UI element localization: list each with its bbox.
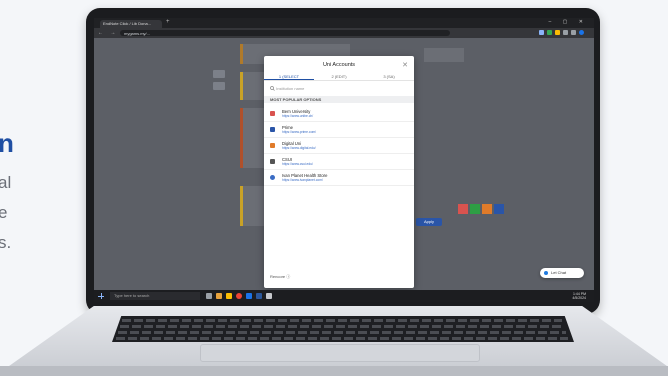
windows-start-icon[interactable] <box>98 293 104 299</box>
chat-widget-button[interactable]: Let Chat <box>540 268 584 278</box>
institution-name: Prime <box>282 125 293 130</box>
taskbar-search-input[interactable]: Type here to search <box>110 292 200 300</box>
laptop-touchpad <box>200 344 480 362</box>
institution-icon <box>270 111 275 116</box>
section-label: MOST POPULAR OPTIONS <box>264 96 414 103</box>
institution-url[interactable]: https://www.csui.edu/ <box>282 162 414 166</box>
folder-icon[interactable] <box>226 293 232 299</box>
list-item[interactable]: CSUI https://www.csui.edu/ <box>264 154 414 170</box>
laptop-front-edge <box>0 366 668 376</box>
profile-avatar[interactable] <box>579 30 584 35</box>
marketing-body-line-1: al <box>0 173 12 192</box>
uni-accounts-modal: Uni Accounts ✕ 1 (SELECT 2 (EDIT) 3 (SA)… <box>264 56 414 288</box>
marketing-heading-fragment: n <box>0 128 14 158</box>
word-icon[interactable] <box>256 293 262 299</box>
institution-icon <box>270 159 275 164</box>
app-icon[interactable] <box>266 293 272 299</box>
institution-icon <box>270 175 275 180</box>
extension-icon[interactable] <box>539 30 544 35</box>
extension-icon[interactable] <box>547 30 552 35</box>
edge-icon[interactable] <box>246 293 252 299</box>
search-icon <box>270 86 275 92</box>
laptop-screen: EndNote Click / Lib Dona... + – ▢ ✕ ← → … <box>94 18 594 302</box>
url-field[interactable]: mygams.my/... <box>120 30 450 36</box>
nav-icon[interactable] <box>213 82 225 90</box>
extension-icon[interactable] <box>563 30 568 35</box>
key-row <box>122 319 562 322</box>
list-item[interactable]: Digital Uni https://www.digital.edu/ <box>264 138 414 154</box>
badge-row <box>458 204 504 214</box>
institution-name: Bern University <box>282 109 311 114</box>
key-row <box>120 325 564 328</box>
extension-icon[interactable] <box>571 30 576 35</box>
address-bar-row: ← → ⟳ mygams.my/... <box>94 28 594 38</box>
side-nav <box>210 66 228 106</box>
taskbar: Type here to search 1:44 PM 4/5/2024 <box>94 290 594 302</box>
badge-icon <box>482 204 492 214</box>
clock-date: 4/5/2024 <box>572 296 586 300</box>
taskbar-apps <box>206 293 272 299</box>
list-item[interactable]: Bern University https://www.unibe.ch/ <box>264 106 414 122</box>
list-item[interactable]: Prime https://www.prime.com/ <box>264 122 414 138</box>
institution-icon <box>270 127 275 132</box>
background-card <box>240 72 264 100</box>
file-explorer-icon[interactable] <box>216 293 222 299</box>
chat-icon <box>544 271 548 275</box>
institution-name: Digital Uni <box>282 141 302 146</box>
search-placeholder: Institution name <box>276 86 305 91</box>
modal-footer: Rencore ⓘ <box>270 274 291 279</box>
key-row <box>116 337 568 340</box>
institution-name: CSUI <box>282 157 293 162</box>
chrome-icon[interactable] <box>236 293 242 299</box>
browser-tab[interactable]: EndNote Click / Lib Dona... <box>100 20 162 28</box>
background-card <box>240 186 264 226</box>
nav-icon[interactable] <box>213 70 225 78</box>
modal-title: Uni Accounts <box>322 62 356 68</box>
list-item[interactable]: Ivan Planet Health Store https://www.iva… <box>264 170 414 186</box>
tab-sa[interactable]: 3 (SA) <box>364 72 414 80</box>
modal-tabs: 1 (SELECT 2 (EDIT) 3 (SA) <box>264 72 414 81</box>
institution-name: Ivan Planet Health Store <box>282 173 328 178</box>
chat-label: Let Chat <box>551 270 567 275</box>
institution-url[interactable]: https://www.prime.com/ <box>282 130 414 134</box>
badge-icon <box>470 204 480 214</box>
institution-icon <box>270 143 275 148</box>
browser-tab-bar: EndNote Click / Lib Dona... + – ▢ ✕ <box>94 18 594 28</box>
extension-icon[interactable] <box>555 30 560 35</box>
new-tab-icon[interactable]: + <box>166 19 170 25</box>
tab-edit[interactable]: 2 (EDIT) <box>314 72 364 80</box>
background-card <box>240 108 264 168</box>
institution-search-input[interactable]: Institution name <box>270 85 408 93</box>
institution-url[interactable]: https://www.ivanplanet.com/ <box>282 178 414 182</box>
institution-url[interactable]: https://www.digital.edu/ <box>282 146 414 150</box>
background-card <box>424 48 464 62</box>
extension-icons <box>539 30 584 35</box>
window-controls[interactable]: – ▢ ✕ <box>549 19 588 25</box>
close-icon[interactable]: ✕ <box>402 61 408 69</box>
tab-select[interactable]: 1 (SELECT <box>264 72 314 80</box>
marketing-body-line-3: s. <box>0 233 12 252</box>
badge-icon <box>458 204 468 214</box>
taskbar-clock[interactable]: 1:44 PM 4/5/2024 <box>572 292 586 300</box>
institution-url[interactable]: https://www.unibe.ch/ <box>282 114 414 118</box>
task-view-icon[interactable] <box>206 293 212 299</box>
apply-button[interactable]: Apply <box>416 218 442 226</box>
institution-list: Bern University https://www.unibe.ch/ Pr… <box>264 106 414 186</box>
marketing-body-line-2: e <box>0 203 8 222</box>
key-row <box>118 331 566 334</box>
badge-icon <box>494 204 504 214</box>
stage: n al e s. EndNote Click / Lib Dona... + … <box>0 0 668 376</box>
